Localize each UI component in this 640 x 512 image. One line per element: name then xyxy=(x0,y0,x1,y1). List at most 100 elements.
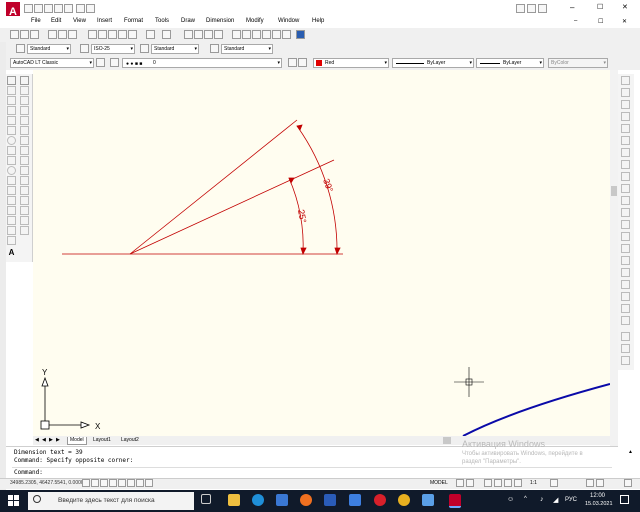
tab-layout1[interactable]: Layout1 xyxy=(91,437,113,444)
xline-icon[interactable] xyxy=(7,86,16,95)
color-dropdown[interactable]: Red xyxy=(313,58,389,68)
rotate-icon[interactable] xyxy=(20,136,29,145)
radius-dim-icon[interactable] xyxy=(621,124,630,133)
notification-center-icon[interactable] xyxy=(620,495,629,504)
clean-screen-icon[interactable] xyxy=(624,479,632,487)
explode-icon[interactable] xyxy=(20,226,29,235)
help-icon[interactable] xyxy=(538,4,547,13)
pan-icon[interactable] xyxy=(184,30,193,39)
text-style-dropdown[interactable]: Standard xyxy=(27,44,71,54)
menu-modify[interactable]: Modify xyxy=(246,18,264,24)
tab-nav-prev-icon[interactable]: ◀ xyxy=(42,437,46,443)
menu-format[interactable]: Format xyxy=(124,18,143,24)
hscroll-thumb[interactable] xyxy=(443,437,451,444)
dim-style-icon[interactable] xyxy=(80,44,89,53)
layout-icon[interactable] xyxy=(621,332,630,341)
multiline-text-icon[interactable]: A xyxy=(7,248,16,257)
annotation-scale[interactable]: 1:1 xyxy=(530,480,537,486)
store-icon[interactable] xyxy=(276,494,288,506)
join-icon[interactable] xyxy=(20,196,29,205)
clock-time[interactable]: 12:00 xyxy=(590,493,605,499)
jogged-linear-icon[interactable] xyxy=(621,268,630,277)
hatch-icon[interactable] xyxy=(7,206,16,215)
doc-minimize-button[interactable]: – xyxy=(574,18,577,24)
continue-dim-icon[interactable] xyxy=(621,196,630,205)
scale-icon[interactable] xyxy=(20,146,29,155)
menu-file[interactable]: File xyxy=(31,18,41,24)
annotation-visibility-icon[interactable] xyxy=(550,479,558,487)
paste-icon[interactable] xyxy=(108,30,117,39)
arc-length-icon[interactable] xyxy=(621,100,630,109)
workspace-switching-icon[interactable] xyxy=(586,479,594,487)
model-space-button[interactable]: MODEL xyxy=(430,480,448,486)
angular-dim-icon[interactable] xyxy=(621,160,630,169)
dim-style-dropdown[interactable]: ISO-25 xyxy=(91,44,135,54)
table-style-dropdown[interactable]: Standard xyxy=(151,44,199,54)
save-as-icon[interactable] xyxy=(54,4,63,13)
dim-break-icon[interactable] xyxy=(621,220,630,229)
mleader-style-icon[interactable] xyxy=(210,44,219,53)
array-icon[interactable] xyxy=(20,116,29,125)
plot-icon[interactable] xyxy=(48,30,57,39)
tray-chevron-icon[interactable]: ^ xyxy=(524,496,527,502)
quick-dim-icon[interactable] xyxy=(621,172,630,181)
layer-properties-icon[interactable] xyxy=(110,58,119,67)
help-icon[interactable] xyxy=(296,30,305,39)
inspection-icon[interactable] xyxy=(621,256,630,265)
ordinate-dim-icon[interactable] xyxy=(621,112,630,121)
file-explorer-icon[interactable] xyxy=(228,494,240,506)
undo-icon[interactable] xyxy=(76,4,85,13)
point-icon[interactable] xyxy=(7,196,16,205)
communication-center-icon[interactable] xyxy=(527,4,536,13)
drawing-canvas[interactable]: 39° 25° Y X xyxy=(33,70,610,436)
preview-icon[interactable] xyxy=(58,30,67,39)
zoom-realtime-icon[interactable] xyxy=(194,30,203,39)
table-style-icon[interactable] xyxy=(140,44,149,53)
redo-icon[interactable] xyxy=(86,4,95,13)
properties-icon[interactable] xyxy=(232,30,241,39)
redo-icon[interactable] xyxy=(162,30,171,39)
workspace-dropdown[interactable]: AutoCAD LT Classic xyxy=(10,58,94,68)
dim-text-edit-icon[interactable] xyxy=(621,292,630,301)
circle-icon[interactable] xyxy=(7,136,16,145)
cut-icon[interactable] xyxy=(88,30,97,39)
chamfer-icon[interactable] xyxy=(20,206,29,215)
close-button[interactable]: ✕ xyxy=(622,3,628,11)
tool-palettes-icon[interactable] xyxy=(252,30,261,39)
autocad-taskbar-icon[interactable] xyxy=(449,494,461,508)
jogged-dim-icon[interactable] xyxy=(621,136,630,145)
extend-icon[interactable] xyxy=(20,176,29,185)
copy-object-icon[interactable] xyxy=(20,86,29,95)
maximize-button[interactable]: ☐ xyxy=(597,3,603,11)
block-editor-icon[interactable] xyxy=(128,30,137,39)
layer-dropdown[interactable]: ● ● ■ ■ 0 xyxy=(122,58,282,68)
doc-restore-button[interactable]: ☐ xyxy=(598,18,603,25)
break-icon[interactable] xyxy=(20,186,29,195)
quickcalc-icon[interactable] xyxy=(282,30,291,39)
command-scroll-up-icon[interactable]: ▲ xyxy=(628,449,633,455)
viewport-icon[interactable] xyxy=(621,344,630,353)
qnew-icon[interactable] xyxy=(10,30,19,39)
quick-view-layouts-icon[interactable] xyxy=(456,479,464,487)
menu-window[interactable]: Window xyxy=(278,18,299,24)
make-object-layer-current-icon[interactable] xyxy=(288,58,297,67)
tab-nav-next-icon[interactable]: ▶ xyxy=(49,437,53,443)
lwt-toggle[interactable] xyxy=(145,479,153,487)
move-icon[interactable] xyxy=(20,126,29,135)
arc-icon[interactable] xyxy=(7,126,16,135)
viewport-scale-icon[interactable] xyxy=(621,356,630,365)
people-icon[interactable]: ☺ xyxy=(507,496,514,503)
text-style-icon[interactable] xyxy=(16,44,25,53)
insert-block-icon[interactable] xyxy=(7,176,16,185)
publish-icon[interactable] xyxy=(68,30,77,39)
revcloud-icon[interactable] xyxy=(7,146,16,155)
line-icon[interactable] xyxy=(7,76,16,85)
windows-start-icon[interactable] xyxy=(8,495,19,506)
make-block-icon[interactable] xyxy=(7,186,16,195)
coordinates-readout[interactable]: 34985.2305, 46427.5541, 0.0000 xyxy=(10,480,84,486)
steering-wheel-icon[interactable] xyxy=(504,479,512,487)
diameter-dim-icon[interactable] xyxy=(621,148,630,157)
spline-icon[interactable] xyxy=(7,156,16,165)
firefox-icon[interactable] xyxy=(300,494,312,506)
fillet-icon[interactable] xyxy=(20,216,29,225)
